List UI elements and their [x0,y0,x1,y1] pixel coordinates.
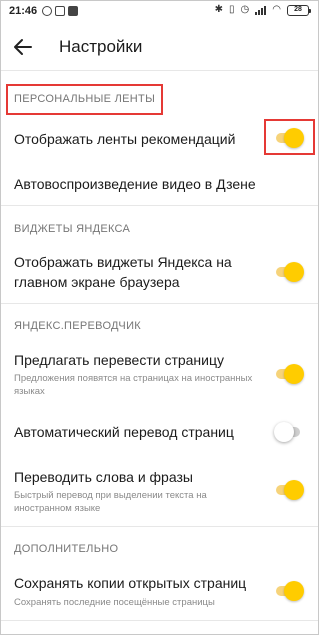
offer-translate-subtitle-line2: языках [14,386,45,397]
show-widgets-toggle[interactable] [276,262,304,282]
offer-translate-subtitle-line1: Предложения появятся на страницах на ино… [14,373,253,384]
auto-translate-label[interactable]: Автоматический перевод страниц [14,422,234,442]
show-recommendations-toggle[interactable] [276,128,304,148]
section-divider [0,526,319,527]
show-widgets-label-line2[interactable]: главном экране браузера [14,272,180,292]
status-time: 21:46 [9,5,38,17]
vibrate-icon: ▯ [229,4,235,15]
list-divider [0,620,319,621]
toolbar: Настройки [0,24,319,70]
auto-translate-toggle[interactable] [274,422,302,442]
page-title: Настройки [59,37,143,56]
back-arrow-icon[interactable] [12,36,34,58]
toolbar-divider [0,70,319,71]
save-pages-label[interactable]: Сохранять копии открытых страниц [14,573,246,593]
section-divider [0,205,319,206]
section-header-widgets: ВИДЖЕТЫ ЯНДЕКСА [14,223,131,235]
bluetooth-icon: ✱ [214,4,224,15]
save-pages-subtitle: Сохранять последние посещённые страницы [14,597,215,608]
status-icons: ✱ ▯ ◷ ◠ 28 [214,4,311,16]
translate-words-subtitle-line2: иностранном языке [14,503,101,514]
section-header-translator: ЯНДЕКС.ПЕРЕВОДЧИК [14,320,141,332]
translate-words-subtitle-line1: Быстрый перевод при выделении текста на [14,490,207,501]
save-pages-toggle[interactable] [276,581,304,601]
section-header-additional: ДОПОЛНИТЕЛЬНО [14,543,119,555]
section-divider [0,303,319,304]
show-widgets-label-line1[interactable]: Отображать виджеты Яндекса на [14,252,232,272]
autoplay-video-label[interactable]: Автовоспроизведение видео в Дзене [14,174,256,194]
screenshot-icon [68,6,78,16]
status-bar: 21:46 ✱ ▯ ◷ ◠ 28 [0,0,319,24]
offer-translate-toggle[interactable] [276,364,304,384]
offer-translate-label[interactable]: Предлагать перевести страницу [14,350,224,370]
battery-icon: 28 [287,4,311,16]
alarm-icon: ◷ [240,4,250,15]
section-header-personal-feeds: ПЕРСОНАЛЬНЫЕ ЛЕНТЫ [14,93,156,105]
notification-icon [55,6,65,16]
show-recommendations-label[interactable]: Отображать ленты рекомендаций [14,129,235,149]
signal-icon [255,5,267,15]
translate-words-label[interactable]: Переводить слова и фразы [14,467,193,487]
sync-icon [42,6,52,16]
translate-words-toggle[interactable] [276,480,304,500]
wifi-icon: ◠ [272,4,281,15]
